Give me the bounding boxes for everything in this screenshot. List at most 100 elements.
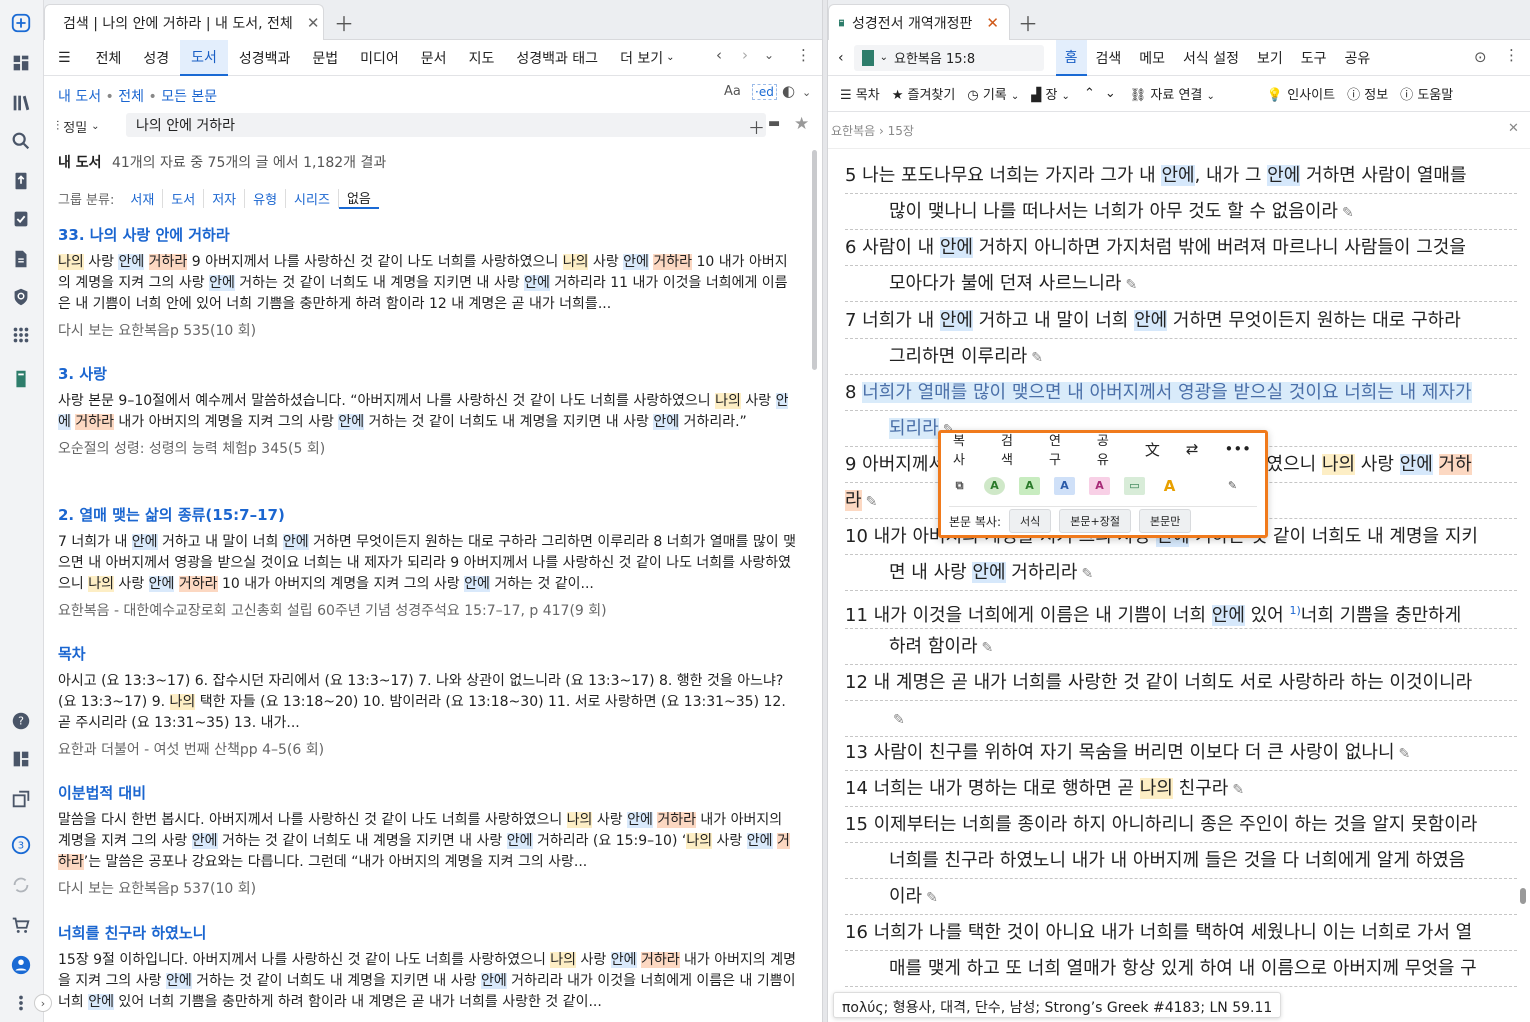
sync-icon[interactable]	[8, 872, 34, 898]
help-icon[interactable]: ?	[8, 708, 34, 734]
scope-all[interactable]: 전체	[118, 89, 144, 105]
nav-all[interactable]: 전체	[85, 40, 133, 76]
pencil-icon[interactable]: ✎	[1342, 205, 1354, 221]
link-button[interactable]: ⛓ 자료 연결 ⌄	[1130, 84, 1215, 103]
history-button[interactable]: ◷ 기록 ⌄	[967, 84, 1019, 103]
verse-5[interactable]: 5 나는 포도나무요 너희는 가지라 그가 내 안에, 내가 그 안에 거하면 …	[845, 158, 1517, 230]
swap-icon[interactable]: ⇄	[1186, 440, 1199, 458]
pencil-icon[interactable]: ✎	[1125, 277, 1137, 293]
pencil-icon[interactable]: ✎	[1232, 782, 1244, 798]
favorites-button[interactable]: ★ 즐겨찾기	[892, 84, 956, 103]
verse-11[interactable]: 11 내가 이것을 너희에게 이름은 내 기쁨이 너희 안에 있어 1)너희 기…	[845, 593, 1517, 665]
result-title[interactable]: 목차	[58, 643, 798, 665]
verse-7[interactable]: 7 너희가 내 안에 거하고 내 말이 너희 안에 거하면 무엇이든지 원하는 …	[845, 303, 1517, 375]
group-library[interactable]: 서재	[122, 189, 164, 208]
nav-media[interactable]: 미디어	[349, 40, 410, 76]
result-title[interactable]: 33. 나의 사랑 안에 거하라	[58, 224, 798, 246]
nav-grammar[interactable]: 문법	[301, 40, 349, 76]
new-tab-icon[interactable]: ＋	[334, 8, 354, 37]
nav-bible[interactable]: 성경	[132, 40, 180, 76]
popup-search[interactable]: 검색	[1001, 430, 1023, 468]
group-type[interactable]: 유형	[245, 189, 287, 208]
result-title[interactable]: 이분법적 대비	[58, 782, 798, 804]
nav-encyclopedia-tags[interactable]: 성경백과 태그	[505, 40, 609, 76]
menu-tools[interactable]: 도구	[1292, 40, 1336, 76]
result-title[interactable]: 너희를 친구라 하였노니	[58, 922, 798, 944]
cart-icon[interactable]	[8, 912, 34, 938]
checklist-icon[interactable]	[8, 206, 34, 232]
popup-share[interactable]: 공유	[1097, 430, 1119, 468]
help-button[interactable]: ⓘ 도움말	[1400, 84, 1453, 103]
search-icon[interactable]	[8, 128, 34, 154]
verse-16[interactable]: 16 너희가 나를 택한 것이 아니요 내가 너희를 택하여 세웠나니 이는 너…	[845, 915, 1517, 987]
highlight-green-marker-icon[interactable]: A	[984, 476, 1005, 495]
expand-sidebar-icon[interactable]: ›	[34, 994, 52, 1012]
search-input[interactable]: 나의 안에 거하라	[126, 113, 766, 137]
group-books[interactable]: 도서	[163, 189, 205, 208]
back-icon[interactable]: ‹	[716, 46, 722, 64]
scrollbar-thumb[interactable]	[1520, 888, 1526, 904]
copy-text-only-button[interactable]: 본문만	[1138, 509, 1192, 533]
insight-button[interactable]: 💡 인사이트	[1267, 84, 1335, 103]
result-source[interactable]: 요한과 더불어 - 여섯 번째 산책pp 4–5(6 회)	[58, 740, 798, 760]
library-icon[interactable]	[8, 90, 34, 116]
menu-home[interactable]: 홈	[1055, 39, 1087, 76]
toc-button[interactable]: ☰ 목차	[840, 84, 880, 103]
pencil-icon[interactable]: ✎	[982, 640, 994, 656]
highlight-text-yellow-icon[interactable]: A	[1159, 477, 1180, 495]
copy-format-button[interactable]: 서식	[1009, 509, 1052, 533]
book-icon[interactable]	[8, 366, 34, 392]
verse-6[interactable]: 6 사람이 내 안에 거하지 아니하면 가지처럼 밖에 버려져 마르나니 사람들…	[845, 230, 1517, 302]
menu-format[interactable]: 서식 설정	[1174, 40, 1248, 76]
group-series[interactable]: 시리즈	[286, 189, 339, 208]
pencil-icon[interactable]: ✎	[926, 890, 938, 906]
logos-home-icon[interactable]	[8, 10, 34, 36]
copy-icon[interactable]: ⧉	[949, 477, 970, 495]
scope-my-books[interactable]: 내 도서	[58, 89, 101, 105]
group-none[interactable]: 없음	[338, 188, 379, 209]
close-icon[interactable]: ✕	[986, 14, 999, 32]
translate-icon[interactable]: 文	[1145, 439, 1160, 460]
shield-icon[interactable]	[8, 284, 34, 310]
forward-icon[interactable]: ›	[742, 46, 748, 64]
pencil-icon[interactable]: ✎	[1082, 566, 1094, 582]
reference-box[interactable]: ⌄ 요한복음 15:8	[853, 44, 1044, 71]
prev-chapter-icon[interactable]: ⌃	[1084, 86, 1095, 101]
upload-icon[interactable]	[8, 168, 34, 194]
more-options-icon[interactable]: ⋮	[1504, 46, 1519, 64]
result-title[interactable]: 2. 열매 맺는 삶의 종류(15:7–17)	[58, 504, 798, 526]
highlight-green-icon[interactable]: A	[1019, 476, 1040, 495]
pencil-icon[interactable]: ✎	[893, 712, 905, 728]
result-source[interactable]: 요한복음 - 대한예수교장로회 고신총회 설립 60주년 기념 성경주석요 15…	[58, 601, 798, 621]
scrollbar-thumb[interactable]	[812, 150, 817, 370]
keyboard-icon[interactable]: ▬	[768, 116, 780, 131]
menu-notes[interactable]: 메모	[1130, 40, 1174, 76]
group-author[interactable]: 저자	[204, 189, 246, 208]
menu-icon[interactable]: ☰	[44, 40, 85, 76]
external-copy-icon[interactable]	[8, 786, 34, 812]
contrast-icon[interactable]: ◐	[782, 82, 795, 100]
back-icon[interactable]: ‹	[828, 40, 854, 76]
highlight-book-icon[interactable]: ▭	[1124, 476, 1145, 495]
scroll-up-circle-icon[interactable]: ⊙	[1474, 48, 1487, 66]
verse-13[interactable]: 13 사람이 친구를 위하여 자기 목숨을 버리면 이보다 더 큰 사랑이 없나…	[845, 735, 1517, 771]
result-source[interactable]: 다시 보는 요한복음p 535(10 회)	[58, 321, 798, 341]
nav-encyclopedia[interactable]: 성경백과	[228, 40, 302, 76]
highlight-pink-icon[interactable]: A	[1089, 476, 1110, 495]
menu-search[interactable]: 검색	[1087, 40, 1131, 76]
result-source[interactable]: 오순절의 성령: 성령의 능력 체험p 345(5 회)	[58, 439, 798, 459]
copy-text-verse-button[interactable]: 본문+장절	[1059, 509, 1131, 533]
new-tab-icon[interactable]: ＋	[1018, 8, 1038, 37]
user-icon[interactable]	[8, 952, 34, 978]
info-button[interactable]: ⓘ 정보	[1347, 84, 1388, 103]
more-icon[interactable]: •••	[1224, 440, 1251, 458]
badge-icon[interactable]: 3	[8, 832, 34, 858]
pen-icon[interactable]: ✎	[1222, 477, 1243, 495]
scope-all-text[interactable]: 모든 본문	[161, 89, 217, 105]
menu-view[interactable]: 보기	[1248, 40, 1292, 76]
search-tab[interactable]: 검색 | 나의 안에 거하라 | 내 도서, 전체 ✕	[44, 4, 324, 40]
document-icon[interactable]	[8, 246, 34, 272]
add-icon[interactable]: ＋	[748, 114, 765, 139]
nav-maps[interactable]: 지도	[458, 40, 506, 76]
close-icon[interactable]: ✕	[307, 14, 320, 32]
